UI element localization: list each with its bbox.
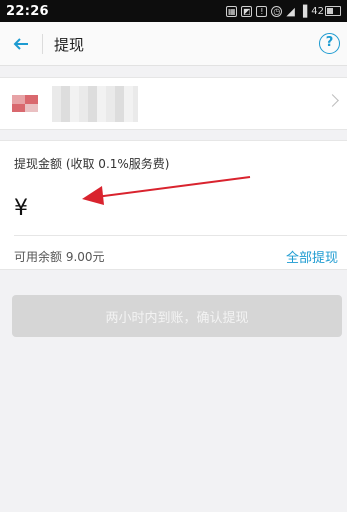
status-time: 22:26 — [6, 3, 49, 19]
nav-bar: 提现 ? — [0, 22, 347, 66]
available-balance: 可用余额 9.00元 — [14, 250, 105, 264]
page-title: 提现 — [54, 36, 85, 54]
amount-input[interactable] — [42, 193, 336, 227]
bank-account-selector[interactable] — [0, 77, 347, 130]
alarm-icon: ◷ — [271, 5, 283, 17]
status-icons: ▦ ◩ ! ◷ ◢ ▐ 42 — [226, 5, 341, 18]
amount-card: 提现金额 (收取 0.1%服务费) ¥ 可用余额 9.00元 全部提现 — [0, 140, 347, 270]
nav-divider — [42, 34, 43, 54]
back-button[interactable] — [8, 31, 34, 57]
confirm-withdraw-button[interactable]: 两小时内到账，确认提现 — [12, 295, 342, 337]
signal-icon: ▐ — [298, 4, 308, 18]
chevron-right-icon — [326, 94, 339, 107]
wifi-icon: ◢ — [286, 4, 295, 18]
bank-logo — [12, 95, 38, 112]
battery-icon: 42 — [311, 6, 341, 17]
amount-label: 提现金额 (收取 0.1%服务费) — [14, 157, 170, 171]
currency-symbol: ¥ — [14, 196, 28, 221]
status-bar: 22:26 ▦ ◩ ! ◷ ◢ ▐ 42 — [0, 0, 347, 22]
bank-name-blurred — [52, 86, 138, 122]
notification-icon: ▦ — [226, 5, 238, 17]
arrow-left-icon — [13, 38, 28, 50]
withdraw-all-link[interactable]: 全部提现 — [286, 247, 338, 266]
divider — [14, 235, 347, 236]
battery-level: 42 — [311, 5, 324, 17]
help-icon[interactable]: ? — [319, 33, 340, 54]
sim-icon: ! — [256, 5, 268, 17]
image-icon: ◩ — [241, 5, 253, 17]
